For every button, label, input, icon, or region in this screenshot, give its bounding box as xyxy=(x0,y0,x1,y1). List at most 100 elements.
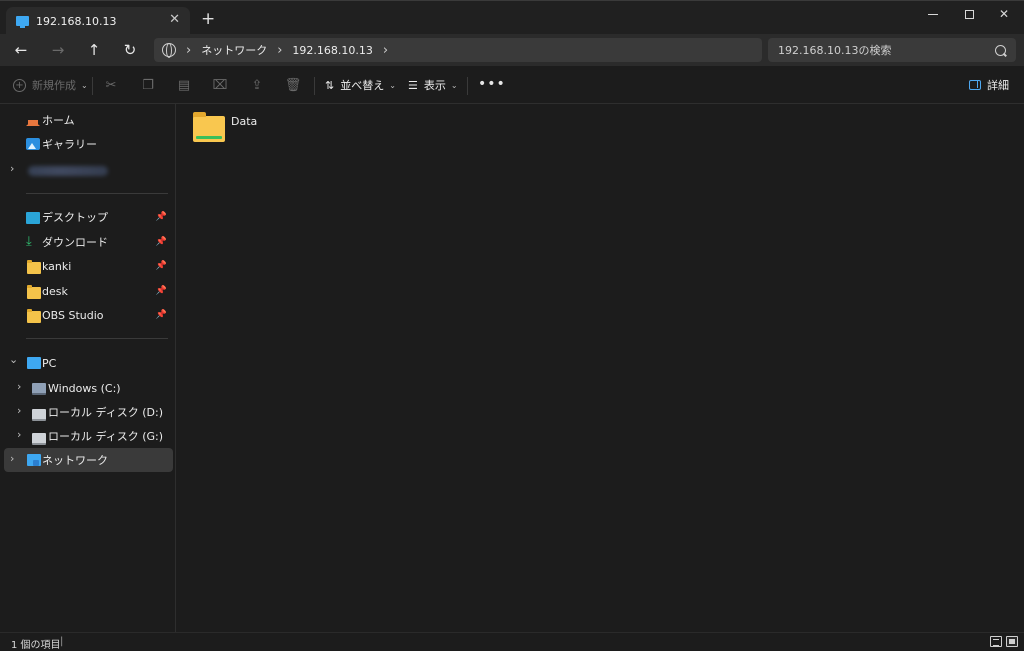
expand-arrow-icon[interactable]: › xyxy=(17,380,21,393)
search-input[interactable]: 192.168.10.13の検索 xyxy=(768,38,1016,62)
collapse-arrow-icon[interactable]: ⌄ xyxy=(9,353,18,366)
sidebar-item-kanki[interactable]: kanki 📌 xyxy=(4,254,173,278)
delete-icon[interactable]: 🗑 xyxy=(284,76,302,94)
cut-icon[interactable]: ✂ xyxy=(102,76,120,94)
sidebar-item-label: ネットワーク xyxy=(42,454,108,467)
sidebar-item-desktop[interactable]: デスクトップ 📌 xyxy=(4,205,173,229)
navigation-bar: ← → ↑ ↻ › ネットワーク › 192.168.10.13 › 192.1… xyxy=(0,34,1024,66)
divider xyxy=(467,77,468,95)
pin-icon[interactable]: 📌 xyxy=(156,261,167,271)
pin-icon[interactable]: 📌 xyxy=(156,237,167,247)
sidebar-item-label: Windows (C:) xyxy=(48,381,121,395)
sidebar-item-obs-studio[interactable]: OBS Studio 📌 xyxy=(4,303,173,327)
sidebar-item-desk[interactable]: desk 📌 xyxy=(4,279,173,303)
sidebar-item-label: kanki xyxy=(42,259,72,273)
new-button[interactable]: + 新規作成 ⌄ xyxy=(13,76,88,94)
divider xyxy=(26,338,168,339)
expand-arrow-icon[interactable]: › xyxy=(17,428,21,441)
sort-button[interactable]: ⇅ 並べ替え ⌄ xyxy=(325,76,396,94)
breadcrumb-network[interactable]: ネットワーク xyxy=(201,42,267,58)
status-bar: 1 個の項目 | xyxy=(0,632,1024,651)
paste-icon[interactable]: ▤ xyxy=(175,76,193,94)
breadcrumb-separator[interactable]: › xyxy=(277,43,282,58)
maximize-button[interactable] xyxy=(954,5,984,23)
search-icon xyxy=(995,44,1006,56)
network-globe-icon xyxy=(162,43,176,58)
sidebar-item-label: OBS Studio xyxy=(42,308,104,322)
chevron-down-icon: ⌄ xyxy=(81,80,88,90)
divider xyxy=(314,77,315,95)
item-count: 1 個の項目 xyxy=(11,640,61,651)
network-icon xyxy=(27,454,41,466)
close-button[interactable]: ✕ xyxy=(989,5,1019,23)
details-view-button[interactable] xyxy=(990,636,1002,647)
divider xyxy=(92,77,93,95)
tab-close-button[interactable]: ✕ xyxy=(169,13,180,27)
back-button[interactable]: ← xyxy=(10,40,32,60)
folder-icon xyxy=(27,260,41,274)
rename-icon[interactable]: ⌧ xyxy=(211,76,229,94)
sidebar-item-network[interactable]: › ネットワーク xyxy=(4,448,173,472)
expand-arrow-icon[interactable]: › xyxy=(10,162,14,175)
gallery-icon xyxy=(26,138,40,150)
sidebar-item-drive-g[interactable]: › ローカル ディスク (G:) xyxy=(4,424,173,448)
up-button[interactable]: ↑ xyxy=(83,40,105,60)
more-options-button[interactable]: ••• xyxy=(478,76,506,92)
sidebar-item-drive-d[interactable]: › ローカル ディスク (D:) xyxy=(4,400,173,424)
sidebar-item-home[interactable]: ホーム xyxy=(4,108,173,132)
share-icon[interactable]: ⇪ xyxy=(248,76,266,94)
home-icon xyxy=(26,114,40,126)
sort-label: 並べ替え xyxy=(340,79,385,92)
sidebar-item-drive-c[interactable]: › Windows (C:) xyxy=(4,376,173,400)
search-placeholder: 192.168.10.13の検索 xyxy=(778,44,892,57)
breadcrumb-host[interactable]: 192.168.10.13 xyxy=(292,44,372,57)
expand-arrow-icon[interactable]: › xyxy=(17,404,21,417)
sidebar-item-label: ダウンロード xyxy=(42,236,108,249)
minimize-button[interactable] xyxy=(918,5,948,23)
pc-icon xyxy=(16,16,29,28)
plus-icon: + xyxy=(13,78,26,92)
new-tab-button[interactable]: + xyxy=(201,10,215,28)
view-button[interactable]: ☰ 表示 ⌄ xyxy=(408,76,458,94)
maximize-icon xyxy=(964,9,974,19)
sidebar-item-label: ローカル ディスク (G:) xyxy=(48,430,164,443)
sort-icon: ⇅ xyxy=(325,78,335,92)
tab-title: 192.168.10.13 xyxy=(36,14,117,28)
copy-icon[interactable]: ❐ xyxy=(139,76,157,94)
folder-icon xyxy=(193,112,225,142)
pc-icon xyxy=(27,357,41,369)
sidebar-item-label: ホーム xyxy=(42,114,75,127)
tab-active[interactable]: 192.168.10.13 ✕ xyxy=(6,7,190,35)
folder-icon xyxy=(27,285,41,299)
details-pane-icon xyxy=(969,80,981,90)
drive-icon xyxy=(32,409,46,421)
expand-arrow-icon[interactable]: › xyxy=(10,452,14,465)
pin-icon[interactable]: 📌 xyxy=(156,286,167,296)
folder-icon xyxy=(27,309,41,323)
file-list-pane[interactable]: Data xyxy=(177,104,1024,632)
view-label: 表示 xyxy=(423,79,446,92)
refresh-button[interactable]: ↻ xyxy=(119,40,141,60)
pin-icon[interactable]: 📌 xyxy=(156,310,167,320)
file-name: Data xyxy=(231,115,258,128)
sidebar-item-pc[interactable]: ⌄ PC xyxy=(4,351,173,375)
chevron-down-icon: ⌄ xyxy=(389,80,396,90)
sidebar-item-gallery[interactable]: ギャラリー xyxy=(4,132,173,156)
view-icon: ☰ xyxy=(408,78,418,92)
breadcrumb-separator[interactable]: › xyxy=(383,43,388,58)
status-separator: | xyxy=(60,636,64,647)
list-item[interactable]: Data xyxy=(191,112,263,147)
sidebar-item-downloads[interactable]: ⤓ ダウンロード 📌 xyxy=(4,230,173,254)
breadcrumb-separator[interactable]: › xyxy=(186,43,191,58)
navigation-pane: ホーム ギャラリー › デスクトップ 📌 ⤓ ダウンロード 📌 kanki 📌 … xyxy=(0,104,176,632)
tiles-view-button[interactable] xyxy=(1006,636,1018,647)
forward-button[interactable]: → xyxy=(47,40,69,60)
address-bar[interactable]: › ネットワーク › 192.168.10.13 › xyxy=(154,38,762,62)
details-label: 詳細 xyxy=(987,79,1009,92)
pin-icon[interactable]: 📌 xyxy=(156,212,167,222)
drive-icon xyxy=(32,433,46,445)
sidebar-item-label: ギャラリー xyxy=(42,138,97,151)
details-pane-button[interactable]: 詳細 xyxy=(969,76,1009,94)
sidebar-item-label: PC xyxy=(42,356,57,370)
title-bar: 192.168.10.13 ✕ + ✕ xyxy=(0,0,1024,35)
